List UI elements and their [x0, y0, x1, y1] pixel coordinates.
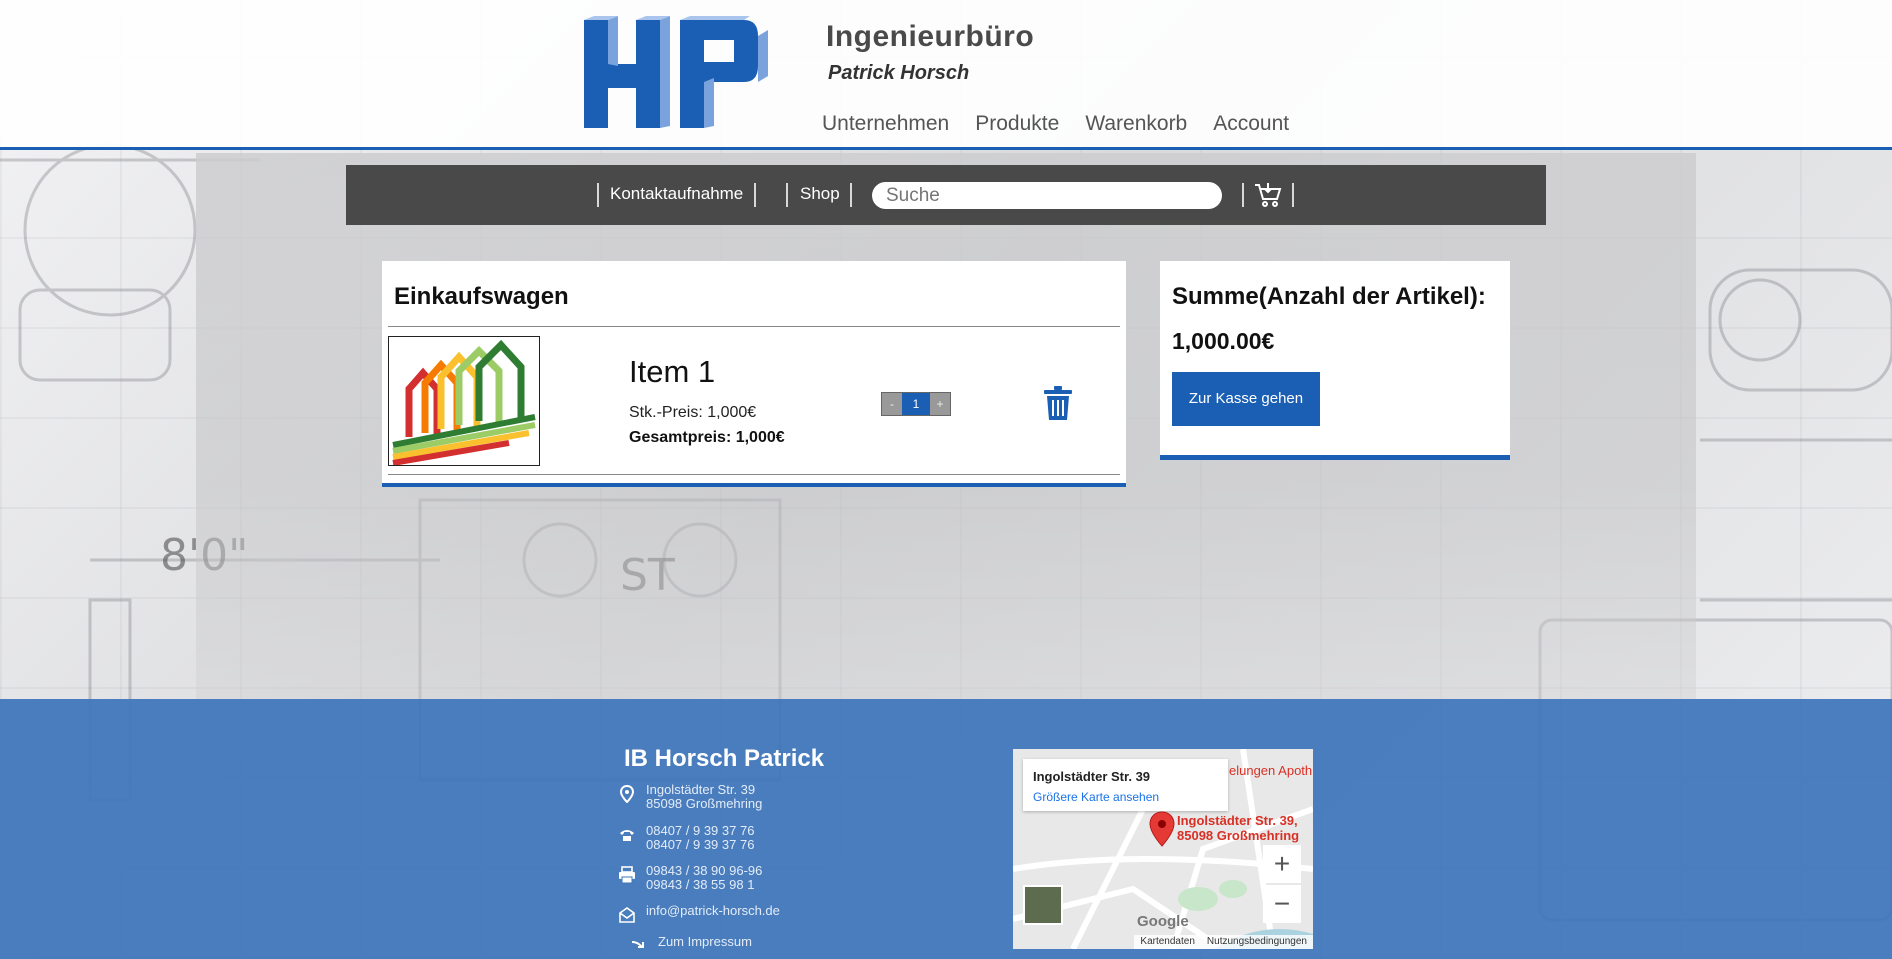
brand-subtitle: Patrick Horsch: [828, 62, 970, 84]
map-pin-icon[interactable]: [1149, 811, 1175, 847]
phone-2[interactable]: 08407 / 9 39 37 76: [646, 838, 754, 852]
zoom-in-button[interactable]: +: [1263, 845, 1301, 883]
toolbar-divider: [850, 183, 852, 207]
fax-printer-icon: [619, 866, 635, 884]
footer-email: info@patrick-horsch.de: [618, 904, 780, 924]
decrease-button[interactable]: -: [882, 393, 902, 415]
toolbar-divider: [597, 183, 599, 207]
brand-title: Ingenieurbüro: [826, 20, 1035, 53]
item-unit-price: Stk.-Preis: 1,000€: [629, 404, 757, 421]
nav-account[interactable]: Account: [1213, 112, 1289, 136]
footer-impressum: Zum Impressum: [630, 935, 752, 955]
nav-unternehmen[interactable]: Unternehmen: [822, 112, 949, 136]
toolbar-divider: [754, 183, 756, 207]
address-line-1: Ingolstädter Str. 39: [646, 782, 756, 797]
fax-2: 09843 / 38 55 98 1: [646, 877, 755, 892]
item-name[interactable]: Item 1: [629, 354, 715, 390]
main-nav: Unternehmen Produkte Warenkorb Account: [822, 112, 1289, 136]
product-image[interactable]: [388, 336, 540, 466]
toolbar-divider: [1292, 183, 1294, 207]
location-pin-icon: [619, 785, 635, 803]
google-logo: Google: [1137, 913, 1189, 930]
cart-card: Einkaufswagen Item 1 Stk.-Preis: 1,000€ …: [382, 261, 1126, 487]
kontakt-link[interactable]: Kontaktaufnahme: [610, 184, 743, 204]
map-pin-label: Ingolstädter Str. 39, 85098 Großmehring: [1177, 813, 1299, 843]
zoom-out-button[interactable]: −: [1263, 885, 1301, 923]
toolbar-divider: [1242, 183, 1244, 207]
pin-label-line-1: Ingolstädter Str. 39,: [1177, 813, 1298, 828]
quantity-value[interactable]: 1: [902, 393, 930, 415]
divider: [388, 326, 1120, 327]
phone-1[interactable]: 08407 / 9 39 37 76: [646, 824, 754, 838]
toolbar-divider: [786, 183, 788, 207]
map-info-address: Ingolstädter Str. 39: [1033, 769, 1151, 784]
shop-link[interactable]: Shop: [800, 184, 840, 204]
quantity-stepper: - 1 +: [881, 392, 951, 416]
google-map[interactable]: Ingolstädter Str. 39 Größere Karte anseh…: [1013, 749, 1313, 949]
cart-title: Einkaufswagen: [394, 283, 569, 310]
footer-company-name: IB Horsch Patrick: [624, 745, 825, 772]
larger-map-link[interactable]: Größere Karte ansehen: [1033, 790, 1159, 804]
summary-card: Summe(Anzahl der Artikel): 1,000.00€ Zur…: [1160, 261, 1510, 460]
map-footer: Kartendaten Nutzungsbedingungen: [1134, 935, 1313, 949]
map-data-link[interactable]: Kartendaten: [1140, 936, 1195, 948]
phone-icon: [620, 830, 634, 841]
summary-total: 1,000.00€: [1172, 328, 1275, 354]
footer-address: Ingolstädter Str. 39 85098 Großmehring: [618, 783, 762, 811]
satellite-toggle[interactable]: [1023, 885, 1063, 925]
impressum-link[interactable]: Zum Impressum: [658, 935, 752, 949]
fax-1: 09843 / 38 90 96-96: [646, 863, 763, 878]
map-place-label: elungen Apoth: [1229, 763, 1313, 778]
map-terms-link[interactable]: Nutzungsbedingungen: [1207, 936, 1307, 948]
nav-produkte[interactable]: Produkte: [975, 112, 1059, 136]
footer-fax: 09843 / 38 90 96-96 09843 / 38 55 98 1: [618, 864, 762, 892]
site-header: Ingenieurbüro Patrick Horsch Unternehmen…: [0, 0, 1892, 150]
energy-house-image: [392, 339, 536, 466]
trash-icon[interactable]: [1042, 385, 1074, 421]
item-total-price: Gesamtpreis: 1,000€: [629, 429, 785, 446]
increase-button[interactable]: +: [930, 393, 950, 415]
nav-warenkorb[interactable]: Warenkorb: [1085, 112, 1187, 136]
map-info-box: Ingolstädter Str. 39 Größere Karte anseh…: [1023, 759, 1228, 811]
arrow-right-icon: [631, 941, 644, 948]
footer-phone: 08407 / 9 39 37 76 08407 / 9 39 37 76: [618, 824, 754, 852]
address-line-2: 85098 Großmehring: [646, 796, 763, 811]
checkout-button[interactable]: Zur Kasse gehen: [1172, 372, 1320, 426]
envelope-icon: [619, 907, 635, 923]
email-link[interactable]: info@patrick-horsch.de: [646, 904, 780, 918]
shopping-cart-icon[interactable]: [1254, 180, 1282, 208]
search-input[interactable]: [872, 182, 1222, 209]
site-footer: IB Horsch Patrick Ingolstädter Str. 39 8…: [0, 699, 1892, 959]
divider: [388, 474, 1120, 475]
hp-logo[interactable]: [584, 16, 768, 130]
pin-label-line-2: 85098 Großmehring: [1177, 828, 1300, 843]
shop-toolbar: Kontaktaufnahme Shop: [346, 165, 1546, 225]
summary-title: Summe(Anzahl der Artikel):: [1172, 283, 1486, 310]
